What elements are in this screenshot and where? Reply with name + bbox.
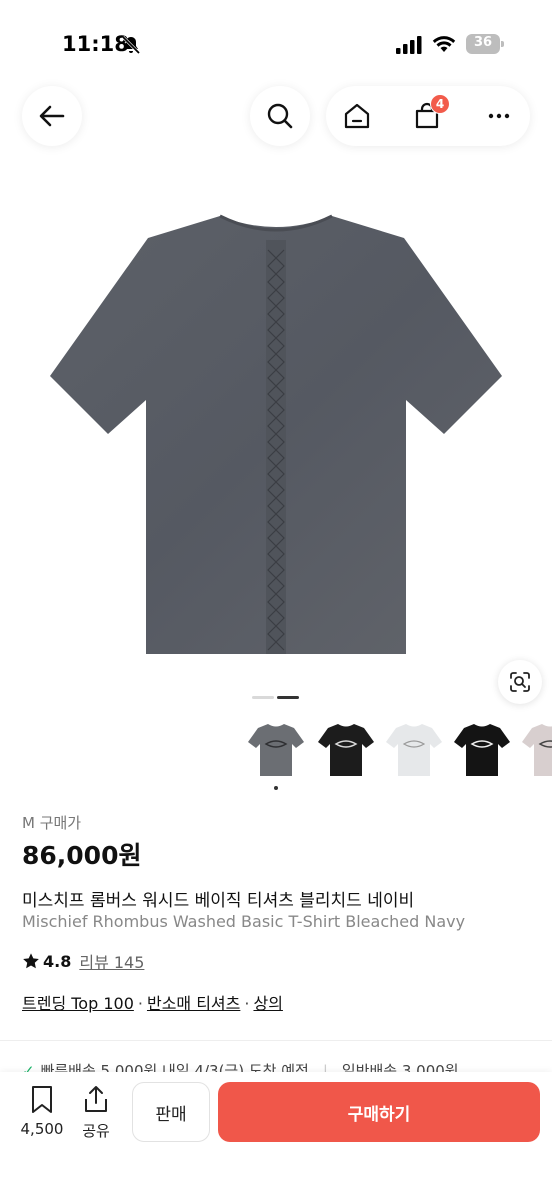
wish-button[interactable]: 4,500: [14, 1084, 70, 1154]
category-separator: ·: [244, 994, 250, 1013]
review-link[interactable]: 리뷰 145: [79, 949, 144, 973]
product-title-en: Mischief Rhombus Washed Basic T-Shirt Bl…: [22, 912, 466, 931]
arrow-left-icon: [39, 105, 65, 127]
category-tops[interactable]: 상의: [253, 994, 282, 1013]
search-icon: [267, 103, 293, 129]
bookmark-icon: [32, 1086, 52, 1113]
product-image[interactable]: [44, 210, 508, 660]
category-trending[interactable]: 트렌딩 Top 100: [22, 994, 134, 1013]
signal-icon: [396, 36, 422, 54]
category-short-sleeve[interactable]: 반소매 티셔츠: [147, 994, 240, 1013]
thumbnail-strip: [248, 720, 552, 780]
selected-thumbnail-indicator: [274, 786, 278, 790]
status-bar: 11:18 36: [0, 0, 552, 80]
share-icon: [85, 1086, 107, 1112]
cart-badge: 4: [430, 94, 450, 114]
product-title-ko: 미스치프 롬버스 워시드 베이직 티셔츠 블리치드 네이비: [22, 891, 415, 911]
category-separator: ·: [137, 994, 143, 1013]
thumbnail-5[interactable]: [522, 720, 552, 778]
price: 86,000원: [22, 841, 142, 870]
thumbnail-4[interactable]: [454, 720, 510, 778]
thumbnail-3[interactable]: [386, 720, 442, 778]
thumbnail-2[interactable]: [318, 720, 374, 778]
star-icon: [23, 953, 39, 969]
status-time: 11:18: [62, 32, 129, 56]
thumbnail-1[interactable]: [248, 720, 304, 778]
image-search-button[interactable]: [498, 660, 542, 704]
battery-indicator: 36: [466, 34, 504, 54]
size-price-label: M 구매가: [22, 814, 82, 832]
rating-value: 4.8: [43, 951, 72, 971]
sell-button[interactable]: 판매: [132, 1082, 210, 1142]
share-label: 공유: [82, 1122, 110, 1140]
battery-level: 36: [473, 35, 493, 50]
share-button[interactable]: 공유: [74, 1084, 118, 1154]
buy-button[interactable]: 구매하기: [218, 1082, 540, 1142]
wish-count: 4,500: [20, 1120, 64, 1138]
bell-off-icon: [121, 35, 141, 55]
more-icon[interactable]: [484, 101, 514, 131]
category-breadcrumb: 트렌딩 Top 100 · 반소매 티셔츠 · 상의: [22, 990, 283, 1014]
divider: [0, 1040, 552, 1041]
search-button[interactable]: [250, 86, 310, 146]
pager-dot-active[interactable]: [277, 696, 299, 699]
bottom-action-bar: 4,500 공유 판매 구매하기: [0, 1072, 552, 1200]
pager-dot[interactable]: [252, 696, 274, 699]
nav-actions-group: 4: [326, 86, 530, 146]
lens-scan-icon: [510, 672, 530, 692]
back-button[interactable]: [22, 86, 82, 146]
wifi-icon: [432, 36, 456, 52]
home-icon[interactable]: [342, 101, 372, 131]
image-pager: [252, 696, 300, 700]
rating: 4.8 리뷰 145: [22, 950, 144, 972]
